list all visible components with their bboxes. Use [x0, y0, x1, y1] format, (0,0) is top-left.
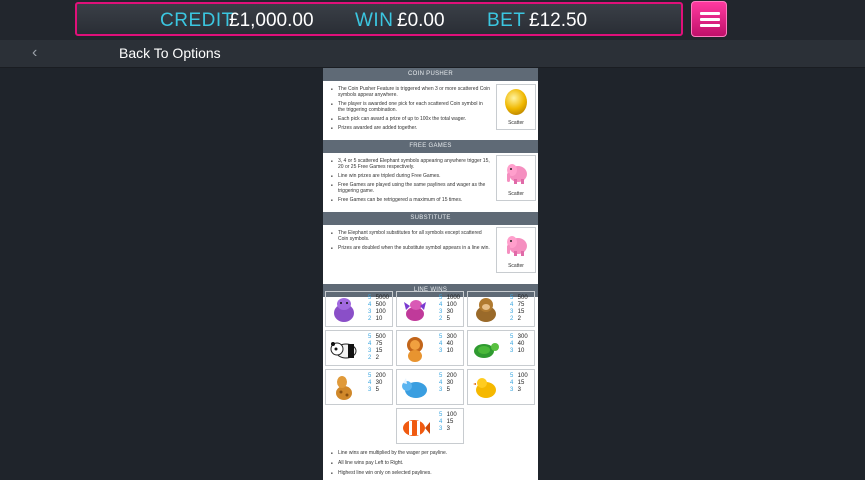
- menu-button[interactable]: [691, 1, 727, 37]
- pay-values: 5 5000 4 500 3 100 2 10: [368, 295, 390, 322]
- rule-text: 3, 4 or 5 scattered Elephant symbols app…: [331, 158, 491, 170]
- pay-cell-rhino: 5 200 4 30 3 5: [396, 369, 464, 405]
- nav-bar: ‹ Back To Options: [0, 40, 865, 68]
- scatter-label: Scatter: [508, 120, 524, 126]
- credit-value: £1,000.00: [229, 10, 314, 31]
- pay-cell-dragon: 5 1000 4 100 3 30 2 5: [396, 291, 464, 327]
- pay-values: 5 100 4 15 3 3: [439, 412, 457, 432]
- pay-values: 5 500 4 75 3 15 2 2: [368, 334, 386, 361]
- giraffe-icon: [336, 376, 352, 400]
- bet-value: £12.50: [529, 10, 588, 31]
- coin-scatter-tile: Scatter: [496, 84, 536, 130]
- pay-values: 5 200 4 30 3 5: [368, 373, 386, 393]
- scatter-label: Scatter: [508, 191, 524, 197]
- panda-icon: [330, 342, 357, 359]
- monkey-icon: [476, 298, 496, 322]
- pay-cell-chick: 5 100 4 15 3 3: [467, 369, 535, 405]
- section-header-free-games: FREE GAMES: [323, 140, 538, 153]
- line-wins-rules: Line wins are multiplied by the wager pe…: [331, 450, 531, 480]
- dragon-icon: [404, 300, 426, 321]
- hamburger-icon: [700, 18, 720, 21]
- section-free-games: 3, 4 or 5 scattered Elephant symbols app…: [323, 153, 538, 212]
- pay-values: 5 200 4 30 3 5: [439, 373, 457, 393]
- section-coin-pusher: The Coin Pusher Feature is triggered whe…: [323, 81, 538, 140]
- pay-values: 5 1000 4 100 3 30 2 5: [439, 295, 461, 322]
- hippo-icon: [334, 298, 354, 322]
- section-substitute: The Elephant symbol substitutes for all …: [323, 225, 538, 284]
- paytable-panel[interactable]: COIN PUSHER The Coin Pusher Feature is t…: [323, 68, 538, 480]
- substitute-rules: The Elephant symbol substitutes for all …: [331, 230, 491, 254]
- clownfish-icon: [403, 420, 430, 436]
- rule-text: The player is awarded one pick for each …: [331, 101, 491, 113]
- section-header-substitute: SUBSTITUTE: [323, 212, 538, 225]
- free-games-rules: 3, 4 or 5 scattered Elephant symbols app…: [331, 158, 491, 206]
- pay-cell-hippo: 5 5000 4 500 3 100 2 10: [325, 291, 393, 327]
- lion-icon: [407, 337, 423, 362]
- back-to-options-link[interactable]: Back To Options: [119, 45, 221, 61]
- pay-values: 5 100 4 15 3 3: [510, 373, 528, 393]
- pay-cell-giraffe: 5 200 4 30 3 5: [325, 369, 393, 405]
- rule-text: Prizes are doubled when the substitute s…: [331, 245, 491, 251]
- bet-label: BET: [487, 10, 526, 31]
- coin-icon: [505, 89, 527, 115]
- chevron-left-icon[interactable]: ‹: [32, 44, 37, 62]
- rule-text: Prizes awarded are added together.: [331, 125, 491, 131]
- elephant-icon: [507, 164, 527, 184]
- rule-text: All line wins pay Left to Right.: [331, 460, 531, 466]
- pay-cell-clownfish: 5 100 4 15 3 3: [396, 408, 464, 444]
- pay-values: 5 300 4 40 3 10: [439, 334, 457, 354]
- credit-label: CREDIT: [160, 10, 234, 31]
- rule-text: Free Games can be retriggered a maximum …: [331, 197, 491, 203]
- hamburger-icon: [700, 12, 720, 15]
- win-value: £0.00: [397, 10, 445, 31]
- elephant-icon: [507, 236, 527, 256]
- elephant-scatter-tile: Scatter: [496, 155, 536, 201]
- rule-text: The Elephant symbol substitutes for all …: [331, 230, 491, 242]
- rule-text: Highest line win only on selected paylin…: [331, 470, 531, 476]
- balance-meter: CREDIT £1,000.00 WIN £0.00 BET £12.50: [75, 2, 683, 36]
- pay-cell-turtle: 5 300 4 40 3 10: [467, 330, 535, 366]
- pay-values: 5 500 4 75 3 15 2 2: [510, 295, 528, 322]
- rhino-icon: [402, 378, 427, 398]
- rule-text: Line wins are multiplied by the wager pe…: [331, 450, 531, 456]
- pay-cell-monkey: 5 500 4 75 3 15 2 2: [467, 291, 535, 327]
- chick-icon: [473, 378, 496, 398]
- elephant-substitute-tile: Scatter: [496, 227, 536, 273]
- coin-pusher-rules: The Coin Pusher Feature is triggered whe…: [331, 86, 491, 134]
- hamburger-icon: [700, 24, 720, 27]
- pay-cell-lion: 5 300 4 40 3 10: [396, 330, 464, 366]
- rule-text: Line win prizes are tripled during Free …: [331, 173, 491, 179]
- pay-cell-panda: 5 500 4 75 3 15 2 2: [325, 330, 393, 366]
- top-bar: CREDIT £1,000.00 WIN £0.00 BET £12.50: [0, 0, 865, 40]
- section-header-coin-pusher: COIN PUSHER: [323, 68, 538, 81]
- rule-text: Free Games are played using the same pay…: [331, 182, 491, 194]
- rule-text: The Coin Pusher Feature is triggered whe…: [331, 86, 491, 98]
- rule-text: Each pick can award a prize of up to 100…: [331, 116, 491, 122]
- scatter-label: Scatter: [508, 263, 524, 269]
- turtle-icon: [474, 343, 499, 358]
- pay-values: 5 300 4 40 3 10: [510, 334, 528, 354]
- win-label: WIN: [355, 10, 394, 31]
